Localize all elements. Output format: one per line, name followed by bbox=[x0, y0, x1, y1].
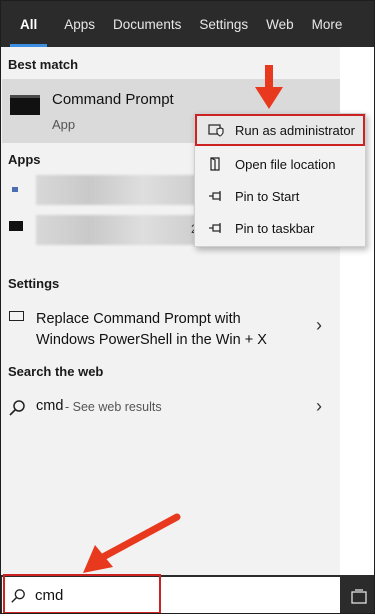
best-match-subtitle: App bbox=[52, 117, 76, 132]
web-result-item[interactable]: cmd - See web results › bbox=[2, 393, 340, 423]
search-box-highlight bbox=[3, 574, 161, 613]
tab-apps[interactable]: Apps bbox=[55, 1, 104, 47]
folder-icon bbox=[210, 157, 220, 171]
annotation-arrow-down bbox=[255, 65, 283, 109]
command-prompt-icon bbox=[10, 95, 40, 115]
best-match-title: Command Prompt bbox=[52, 91, 174, 108]
settings-item-line1: Replace Command Prompt with bbox=[36, 311, 241, 327]
menu-item-pin-to-taskbar[interactable]: Pin to taskbar bbox=[195, 212, 365, 244]
apps-heading: Apps bbox=[8, 152, 41, 167]
context-menu: Run as administrator Open file location … bbox=[194, 113, 366, 247]
menu-item-run-as-administrator[interactable]: Run as administrator bbox=[195, 114, 365, 146]
pin-icon bbox=[209, 191, 221, 201]
menu-item-label: Pin to taskbar bbox=[235, 221, 315, 236]
task-view-icon[interactable] bbox=[351, 589, 367, 605]
tab-all[interactable]: All bbox=[1, 1, 55, 47]
settings-item-text: Replace Command Prompt with Windows Powe… bbox=[36, 309, 306, 351]
menu-item-open-file-location[interactable]: Open file location bbox=[195, 148, 365, 180]
menu-item-label: Run as administrator bbox=[235, 123, 355, 138]
console-app-icon bbox=[9, 221, 23, 231]
annotation-arrow-diagonal bbox=[83, 513, 181, 573]
blurred-app-name bbox=[36, 175, 196, 205]
menu-item-label: Pin to Start bbox=[235, 189, 300, 204]
pin-icon bbox=[209, 223, 221, 233]
laptop-icon bbox=[9, 311, 24, 321]
tab-bar: All Apps Documents Settings Web More bbox=[1, 1, 374, 47]
app-icon bbox=[12, 187, 18, 192]
search-web-heading: Search the web bbox=[8, 364, 104, 379]
web-hint: - See web results bbox=[65, 400, 162, 414]
search-window: All Apps Documents Settings Web More Bes… bbox=[0, 0, 375, 614]
blurred-app-name bbox=[36, 215, 196, 245]
tab-more[interactable]: More bbox=[303, 1, 352, 47]
tab-web[interactable]: Web bbox=[257, 1, 303, 47]
tab-documents[interactable]: Documents bbox=[104, 1, 190, 47]
search-icon bbox=[9, 400, 25, 416]
tab-settings[interactable]: Settings bbox=[190, 1, 257, 47]
settings-result-item[interactable]: Replace Command Prompt with Windows Powe… bbox=[2, 303, 340, 353]
chevron-right-icon[interactable]: › bbox=[316, 315, 322, 336]
web-query: cmd bbox=[36, 398, 64, 414]
menu-item-pin-to-start[interactable]: Pin to Start bbox=[195, 180, 365, 212]
settings-item-line2: Windows PowerShell in the Win + X bbox=[36, 332, 267, 348]
settings-heading: Settings bbox=[8, 276, 60, 291]
shield-icon bbox=[208, 124, 224, 137]
chevron-right-icon[interactable]: › bbox=[316, 396, 322, 417]
menu-item-label: Open file location bbox=[235, 157, 336, 172]
best-match-heading: Best match bbox=[8, 57, 79, 72]
